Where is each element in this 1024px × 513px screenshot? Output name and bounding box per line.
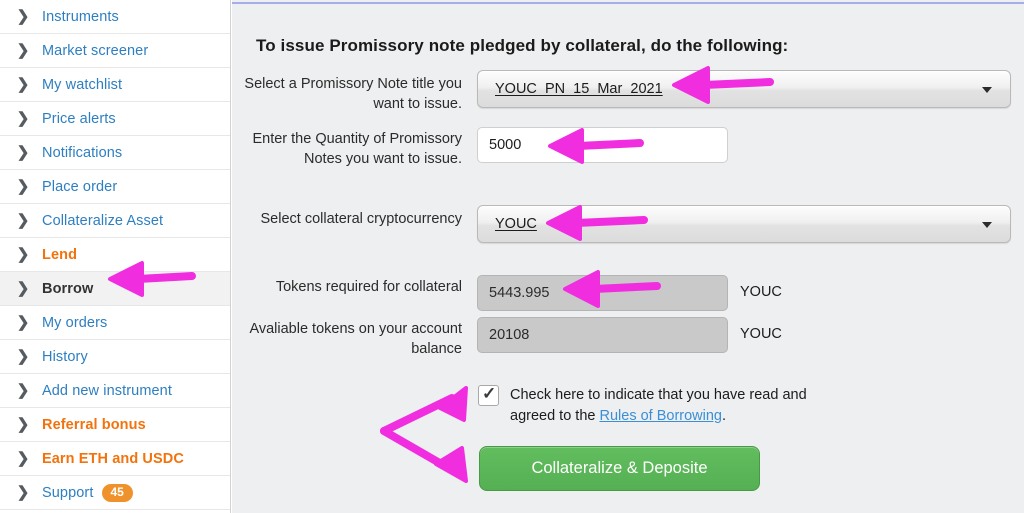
sidebar-item-label: Collateralize Asset [42,212,164,229]
sidebar-item-label: Add new instrument [42,382,172,399]
collateral-currency-label: Select collateral cryptocurrency [260,211,462,227]
sidebar-item-label: History [42,348,88,365]
support-unread-badge: 45 [101,483,133,502]
sidebar-item-label: Price alerts [42,110,116,127]
sidebar-item-earn-eth-and-usdc[interactable]: ❯ Earn ETH and USDC [0,442,230,476]
sidebar-item-add-new-instrument[interactable]: ❯ Add new instrument [0,374,230,408]
sidebar-item-label: My orders [42,314,108,331]
submit-button-label: Collateralize & Deposite [531,459,708,477]
sidebar-item-history[interactable]: ❯ History [0,340,230,374]
sidebar-item-label: My watchlist [42,76,123,93]
chevron-right-icon: ❯ [16,381,30,399]
sidebar-item-place-order[interactable]: ❯ Place order [0,170,230,204]
sidebar-item-label: Notifications [42,144,123,161]
chevron-down-icon [982,222,992,228]
sidebar-item-label: Borrow [42,280,94,297]
sidebar-item-lend[interactable]: ❯ Lend [0,238,230,272]
tokens-required-unit: YOUC [740,284,782,300]
chevron-right-icon: ❯ [16,7,30,25]
chevron-right-icon: ❯ [16,143,30,161]
tokens-required-label: Tokens required for collateral [275,279,462,295]
available-tokens-label: Avaliable tokens on your account balance [249,321,462,357]
quantity-input-value: 5000 [489,137,522,153]
rules-of-borrowing-link[interactable]: Rules of Borrowing [600,408,723,424]
borrow-form-panel: To issue Promissory note pledged by coll… [232,0,1024,513]
chevron-right-icon: ❯ [16,483,30,501]
quantity-input[interactable]: 5000 [477,127,728,163]
sidebar-item-my-orders[interactable]: ❯ My orders [0,306,230,340]
app-window: ❯ Instruments ❯ Market screener ❯ My wat… [0,0,1024,513]
collateralize-and-deposit-button[interactable]: Collateralize & Deposite [479,446,760,491]
sidebar-item-market-screener[interactable]: ❯ Market screener [0,34,230,68]
available-tokens-field: 20108 [477,317,728,353]
sidebar-item-instruments[interactable]: ❯ Instruments [0,0,230,34]
chevron-right-icon: ❯ [16,245,30,263]
chevron-right-icon: ❯ [16,177,30,195]
sidebar-item-notifications[interactable]: ❯ Notifications [0,136,230,170]
page-title: To issue Promissory note pledged by coll… [256,36,789,56]
chevron-right-icon: ❯ [16,415,30,433]
checkmark-icon: ✓ [482,384,497,403]
available-tokens-unit: YOUC [740,326,782,342]
chevron-right-icon: ❯ [16,211,30,229]
sidebar-item-label: Place order [42,178,118,195]
sidebar-item-collateralize-asset[interactable]: ❯ Collateralize Asset [0,204,230,238]
sidebar-item-support[interactable]: ❯ Support 45 [0,476,230,510]
field-row-note-title: Select a Promissory Note title you want … [232,70,1024,112]
sidebar-item-my-watchlist[interactable]: ❯ My watchlist [0,68,230,102]
sidebar-item-label: Market screener [42,42,149,59]
chevron-right-icon: ❯ [16,449,30,467]
chevron-down-icon [982,87,992,93]
panel-accent-line [232,2,1024,4]
sidebar-item-label: Instruments [42,8,119,25]
chevron-right-icon: ❯ [16,347,30,365]
quantity-label: Enter the Quantity of Promissory Notes y… [252,131,462,167]
sidebar-item-label: Support [42,484,94,501]
note-title-select-value: YOUC_PN_15_Mar_2021 [495,81,663,97]
chevron-right-icon: ❯ [16,279,30,297]
terms-text-after: . [722,408,727,424]
sidebar-item-label: Referral bonus [42,416,146,433]
sidebar-item-referral-bonus[interactable]: ❯ Referral bonus [0,408,230,442]
sidebar-item-price-alerts[interactable]: ❯ Price alerts [0,102,230,136]
terms-checkbox[interactable]: ✓ [478,384,499,406]
tokens-required-value: 5443.995 [489,285,550,301]
collateral-currency-select[interactable]: YOUC [477,205,1011,243]
collateral-currency-select-value: YOUC [495,216,537,232]
chevron-right-icon: ❯ [16,109,30,127]
sidebar-item-label: Earn ETH and USDC [42,450,184,467]
field-row-collateral-currency: Select collateral cryptocurrency YOUC [232,205,1024,243]
note-title-select[interactable]: YOUC_PN_15_Mar_2021 [477,70,1011,108]
note-title-label: Select a Promissory Note title you want … [244,76,462,112]
sidebar-item-label: Lend [42,246,78,263]
chevron-right-icon: ❯ [16,75,30,93]
tokens-required-field: 5443.995 [477,275,728,311]
terms-text: Check here to indicate that you have rea… [510,385,830,427]
chevron-right-icon: ❯ [16,41,30,59]
sidebar-nav: ❯ Instruments ❯ Market screener ❯ My wat… [0,0,231,513]
available-tokens-value: 20108 [489,327,530,343]
sidebar-item-borrow[interactable]: ❯ Borrow [0,272,230,306]
chevron-right-icon: ❯ [16,313,30,331]
